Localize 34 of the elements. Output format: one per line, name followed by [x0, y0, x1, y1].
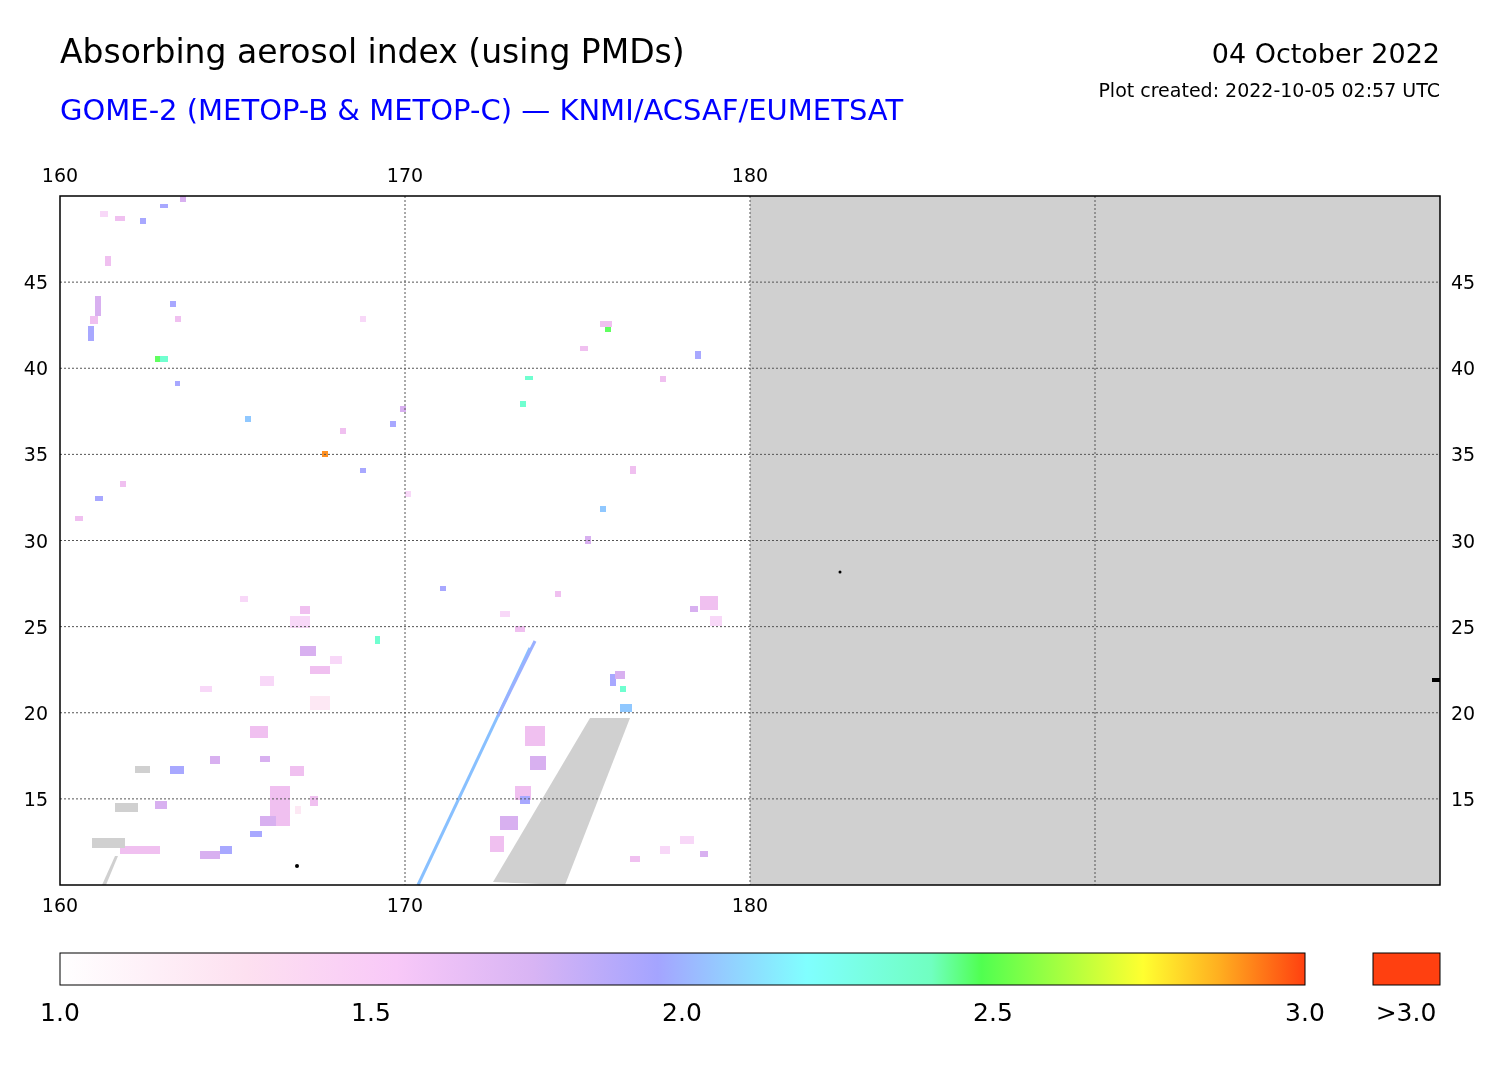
- axis-tick-label: 170: [386, 164, 424, 186]
- overflow-color-box: [1372, 952, 1441, 986]
- axis-tick-label: 25: [1451, 615, 1476, 638]
- island-mark: [1432, 678, 1440, 682]
- axis-tick-label: 170: [386, 894, 424, 916]
- plot-title: Absorbing aerosol index (using PMDs): [60, 32, 685, 71]
- colorbar-label: 3.0: [1285, 998, 1325, 1027]
- axis-tick-label: 160: [41, 164, 79, 186]
- axis-tick-label: 25: [23, 615, 48, 638]
- colorbar-label: 2.5: [973, 998, 1013, 1027]
- axis-tick-label: 160: [41, 894, 79, 916]
- colorbar-label: 2.0: [662, 998, 702, 1027]
- plot-date: 04 October 2022: [1211, 38, 1440, 69]
- colorbar-label: 1.0: [40, 998, 80, 1027]
- axis-tick-label: 45: [23, 271, 48, 294]
- axis-tick-label: 45: [1451, 271, 1476, 294]
- axis-tick-label: 180: [731, 164, 769, 186]
- plot-subtitle: GOME-2 (METOP-B & METOP-C) — KNMI/ACSAF/EUMETSAT: [60, 93, 904, 127]
- island-dot: [295, 864, 299, 868]
- axis-tick-label: 35: [23, 443, 48, 466]
- axis-tick-label: 35: [1451, 443, 1476, 466]
- axis-tick-label: 15: [1451, 787, 1476, 810]
- axis-tick-label: 20: [1451, 701, 1476, 724]
- colorbar-label: 1.5: [351, 998, 391, 1027]
- axis-tick-label: 15: [23, 787, 48, 810]
- axis-tick-label: 180: [731, 894, 769, 916]
- axis-tick-label: 20: [23, 701, 48, 724]
- colorbar-label: >3.0: [1375, 998, 1437, 1027]
- island-dot: [838, 570, 842, 574]
- axis-tick-label: 40: [1451, 357, 1476, 380]
- axis-tick-label: 30: [1451, 529, 1476, 552]
- axis-tick-label: 30: [23, 529, 48, 552]
- axis-tick-label: 40: [23, 357, 48, 380]
- plot-created-text: Plot created: 2022-10-05 02:57 UTC: [1098, 79, 1440, 101]
